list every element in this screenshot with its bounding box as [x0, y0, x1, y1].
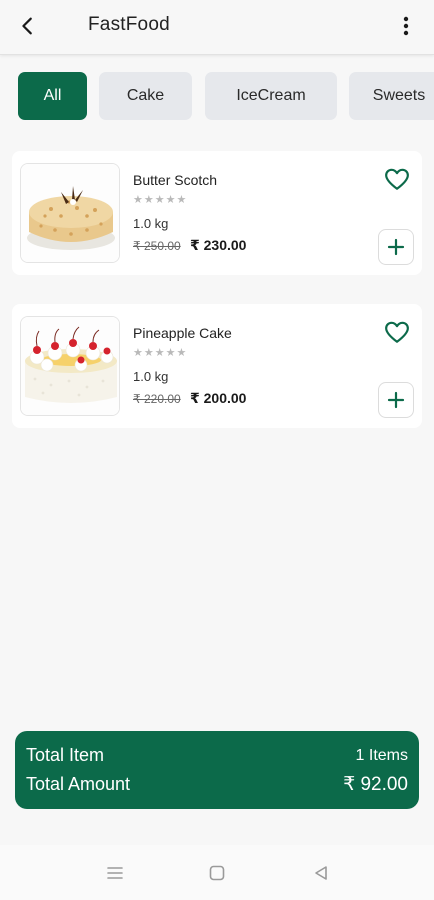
heart-icon [385, 168, 409, 190]
total-item-label: Total Item [26, 745, 105, 765]
product-card[interactable]: Butter Scotch ★★★★★ 1.0 kg ₹ 250.00 ₹ 23… [12, 151, 422, 275]
page-title: FastFood [88, 14, 170, 35]
more-options-button[interactable] [394, 10, 418, 42]
total-amount-label: Total Amount [26, 774, 131, 794]
recent-apps-button[interactable] [104, 862, 126, 884]
heart-icon [385, 321, 409, 343]
triangle-back-icon [315, 866, 327, 880]
back-button[interactable] [12, 10, 44, 42]
product-card[interactable]: Pineapple Cake ★★★★★ 1.0 kg ₹ 220.00 ₹ 2… [12, 304, 422, 428]
product-image [20, 316, 120, 416]
product-weight: 1.0 kg [133, 369, 169, 384]
original-price: ₹ 220.00 [133, 392, 181, 406]
sale-price: ₹ 230.00 [190, 237, 247, 253]
tab-sweets[interactable]: Sweets [349, 72, 434, 120]
rating-stars: ★★★★★ [133, 347, 188, 359]
arrow-back-icon [22, 17, 32, 35]
favorite-button[interactable] [382, 318, 412, 346]
system-back-button[interactable] [310, 862, 332, 884]
plus-icon [387, 238, 405, 256]
home-button[interactable] [206, 862, 228, 884]
square-icon [209, 865, 225, 881]
category-tabs: All Cake IceCream Sweets [0, 72, 434, 122]
product-name: Butter Scotch [133, 172, 218, 188]
total-item-value: 1 Items [355, 747, 408, 764]
system-navigation-bar [0, 845, 434, 900]
product-weight: 1.0 kg [133, 216, 169, 231]
tab-all[interactable]: All [18, 72, 87, 120]
rating-stars: ★★★★★ [133, 194, 188, 206]
menu-lines-icon [107, 867, 123, 879]
plus-icon [387, 391, 405, 409]
app-bar: FastFood [0, 0, 434, 55]
favorite-button[interactable] [382, 165, 412, 193]
product-image [20, 163, 120, 263]
sale-price: ₹ 200.00 [190, 390, 247, 406]
tab-icecream[interactable]: IceCream [205, 72, 337, 120]
product-name: Pineapple Cake [133, 325, 232, 341]
more-vertical-icon [403, 16, 409, 36]
add-to-cart-button[interactable] [378, 382, 414, 418]
total-amount-value: ₹ 92.00 [343, 774, 408, 795]
original-price: ₹ 250.00 [133, 239, 181, 253]
cart-summary[interactable]: Total Item 1 Items Total Amount ₹ 92.00 [15, 731, 419, 809]
tab-cake[interactable]: Cake [99, 72, 192, 120]
add-to-cart-button[interactable] [378, 229, 414, 265]
